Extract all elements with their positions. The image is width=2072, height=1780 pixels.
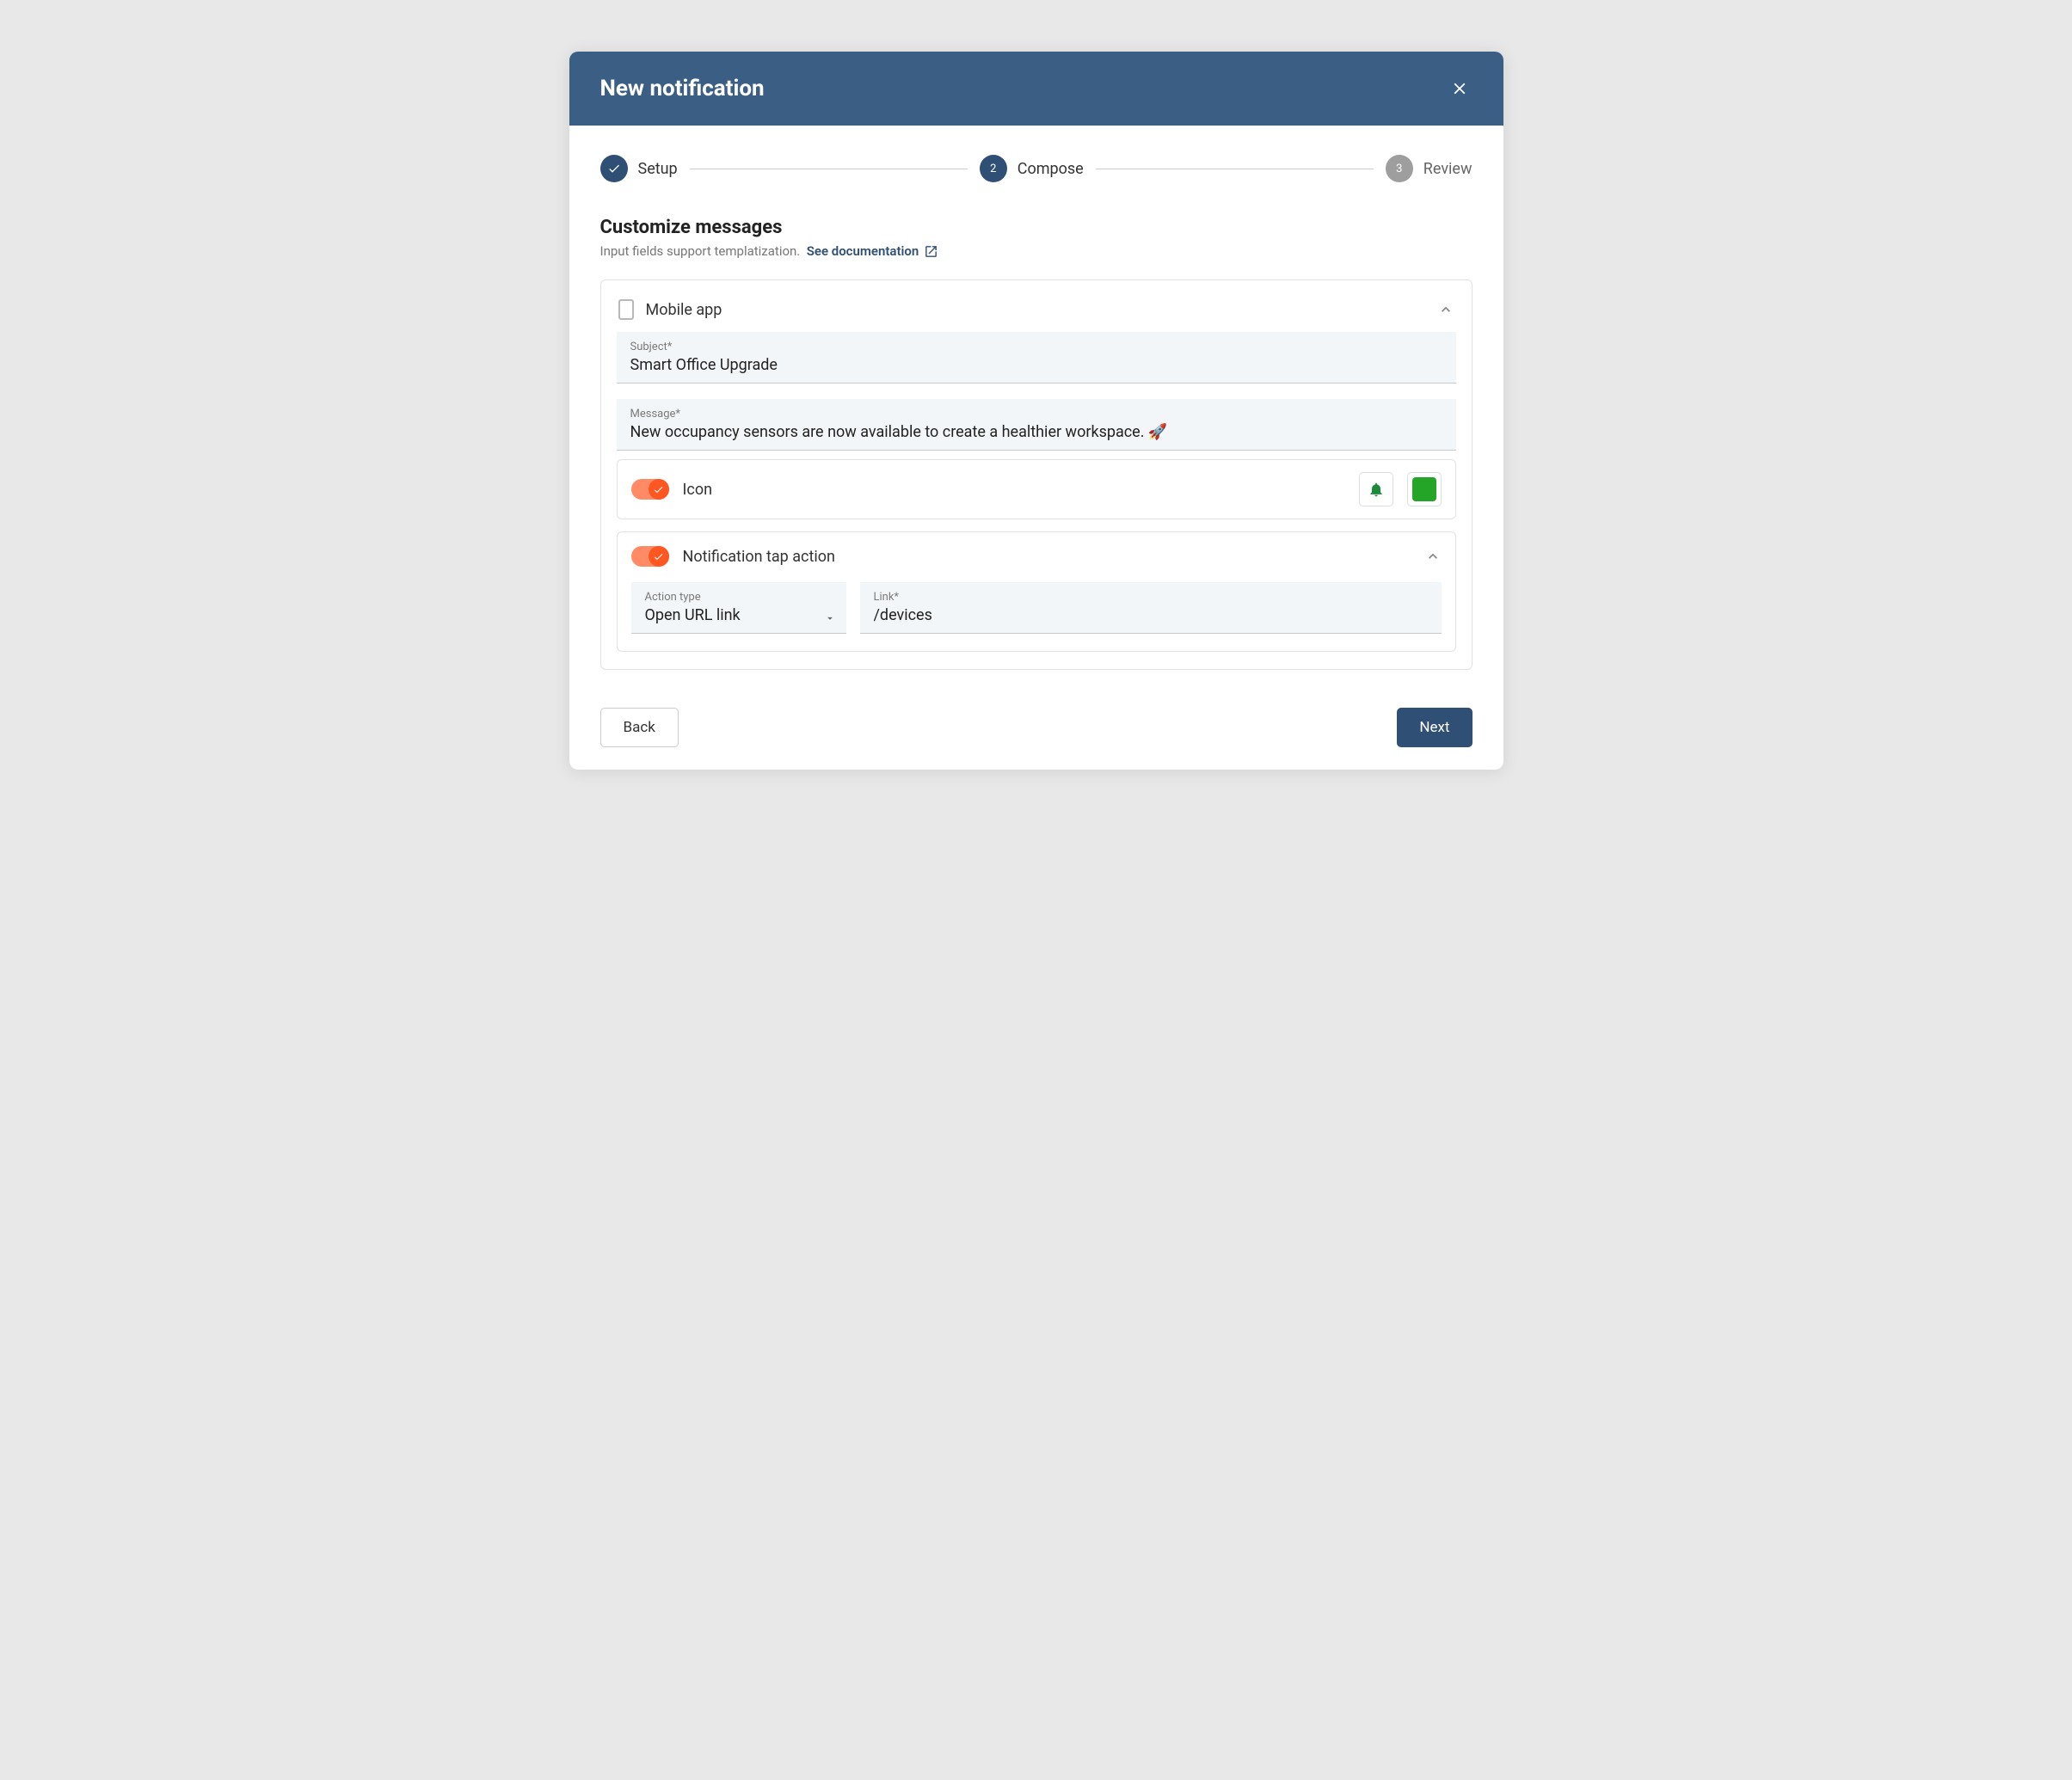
step-label: Setup: [638, 160, 678, 178]
close-icon: [1450, 79, 1469, 98]
bell-icon: [1368, 481, 1385, 498]
step-label: Review: [1423, 160, 1473, 178]
subject-label: Subject*: [630, 341, 1442, 353]
tap-action-card: Notification tap action Action type Open…: [617, 531, 1456, 652]
mobile-app-card: Mobile app Subject* Message* Icon: [600, 279, 1473, 670]
modal-header: New notification: [569, 52, 1503, 126]
close-button[interactable]: [1447, 76, 1473, 101]
action-type-select[interactable]: Action type Open URL link: [631, 582, 846, 634]
section-title: Customize messages: [600, 217, 1473, 238]
action-type-value: Open URL link: [645, 606, 817, 624]
toggle-knob: [649, 546, 669, 567]
icon-row: Icon: [617, 459, 1456, 519]
icon-picker-button[interactable]: [1359, 472, 1393, 506]
step-setup[interactable]: Setup: [600, 155, 678, 182]
back-button[interactable]: Back: [600, 708, 679, 747]
dropdown-icon: [824, 612, 836, 624]
chevron-up-icon: [1437, 301, 1454, 318]
tap-action-label: Notification tap action: [683, 548, 1411, 566]
action-type-label: Action type: [645, 591, 817, 604]
link-label: Link*: [874, 591, 1428, 604]
mobile-icon: [618, 299, 634, 320]
section-subtitle: Input fields support templatization. See…: [600, 243, 1473, 259]
step-review[interactable]: 3 Review: [1386, 155, 1473, 182]
subject-field[interactable]: Subject*: [617, 332, 1456, 384]
section-subtitle-text: Input fields support templatization.: [600, 243, 801, 259]
step-number: 2: [980, 155, 1007, 182]
tap-action-header[interactable]: Notification tap action: [631, 546, 1442, 567]
color-swatch: [1412, 477, 1436, 501]
check-icon: [653, 551, 664, 562]
see-documentation-link[interactable]: See documentation: [807, 243, 939, 259]
toggle-knob: [649, 479, 669, 500]
mobile-app-title: Mobile app: [646, 301, 1425, 319]
check-icon: [600, 155, 628, 182]
doc-link-text: See documentation: [807, 243, 919, 259]
check-icon: [653, 484, 664, 495]
message-input[interactable]: [630, 423, 1442, 441]
link-field[interactable]: Link*: [860, 582, 1442, 634]
mobile-app-header[interactable]: Mobile app: [617, 296, 1456, 332]
tap-action-body: Action type Open URL link Link*: [631, 582, 1442, 634]
stepper: Setup 2 Compose 3 Review: [600, 155, 1473, 182]
link-input[interactable]: [874, 606, 1428, 624]
external-link-icon: [924, 244, 938, 259]
step-label: Compose: [1018, 160, 1084, 178]
new-notification-modal: New notification Setup 2 Compose 3 Revie…: [569, 52, 1503, 770]
modal-title: New notification: [600, 76, 765, 101]
step-number: 3: [1386, 155, 1413, 182]
modal-footer: Back Next: [569, 694, 1503, 770]
chevron-up-icon: [1424, 548, 1442, 565]
modal-body: Setup 2 Compose 3 Review Customize messa…: [569, 126, 1503, 694]
subject-input[interactable]: [630, 356, 1442, 374]
icon-toggle[interactable]: [631, 479, 669, 500]
message-field[interactable]: Message*: [617, 399, 1456, 451]
icon-label: Icon: [683, 481, 1345, 499]
message-label: Message*: [630, 408, 1442, 420]
tap-action-toggle[interactable]: [631, 546, 669, 567]
next-button[interactable]: Next: [1397, 708, 1472, 747]
step-compose[interactable]: 2 Compose: [980, 155, 1084, 182]
color-picker-button[interactable]: [1407, 472, 1442, 506]
